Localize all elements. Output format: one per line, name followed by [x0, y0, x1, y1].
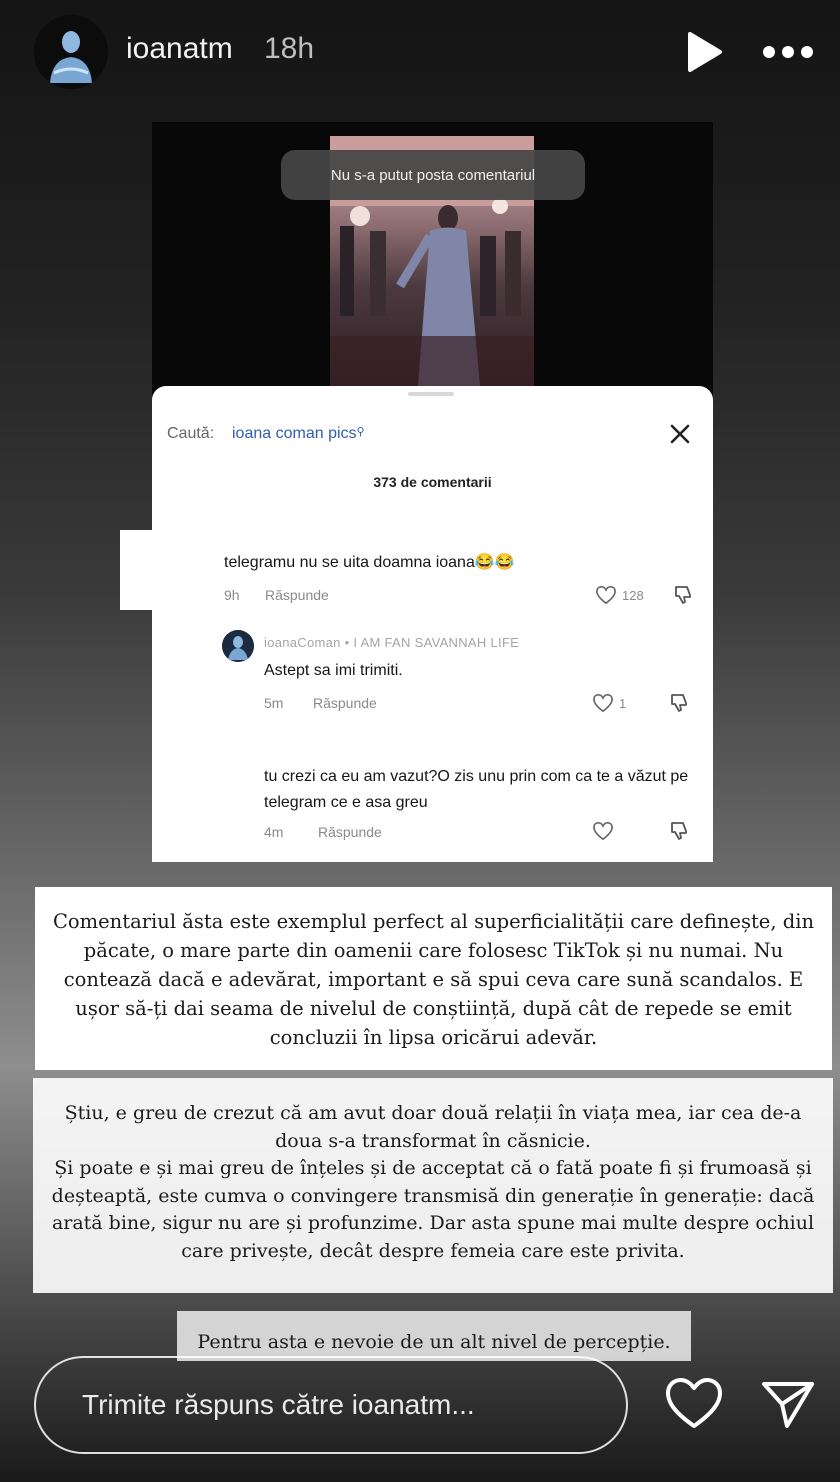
- send-icon[interactable]: [760, 1378, 816, 1432]
- dislike-icon[interactable]: [672, 584, 694, 611]
- more-options-icon[interactable]: [762, 40, 814, 64]
- search-suggestion-link[interactable]: ioana coman pics⚲: [232, 425, 365, 443]
- profile-avatar[interactable]: [34, 15, 108, 89]
- sheet-notch: [120, 530, 152, 610]
- story-text-box: Pentru asta e nevoie de un alt nivel de …: [177, 1311, 691, 1361]
- sheet-drag-handle[interactable]: [408, 392, 454, 396]
- comment-text: telegramu nu se uita doamna ioana😂😂: [224, 554, 515, 571]
- like-heart-icon[interactable]: [595, 585, 617, 610]
- close-icon[interactable]: [666, 420, 694, 448]
- story-username[interactable]: ioanatm: [126, 32, 233, 66]
- reply-button[interactable]: Răspunde: [313, 695, 377, 711]
- play-icon[interactable]: [684, 30, 724, 74]
- story-text-paragraph: Și poate e și mai greu de înțeles și de …: [51, 1157, 815, 1262]
- dislike-icon[interactable]: [668, 820, 690, 847]
- heart-icon[interactable]: [664, 1376, 724, 1432]
- comment-count: 373 de comentarii: [373, 474, 492, 490]
- like-count: 1: [619, 696, 627, 711]
- search-label: Caută:: [167, 425, 215, 442]
- story-text-box: Știu, e greu de crezut că am avut doar d…: [33, 1078, 833, 1293]
- comment-text: tu crezi ca eu am vazut?O zis unu prin c…: [264, 768, 689, 811]
- author-avatar[interactable]: [222, 630, 254, 662]
- comment-author[interactable]: ioanaComan • I AM FAN SAVANNAH LIFE: [264, 635, 519, 650]
- error-toast: Nu s-a putut posta comentariul: [281, 150, 585, 200]
- comment-time: 4m: [264, 824, 284, 840]
- story-text-box: Comentariul ăsta este exemplul perfect a…: [35, 887, 832, 1070]
- comment-time: 5m: [264, 695, 284, 711]
- like-heart-icon[interactable]: [592, 821, 614, 846]
- dislike-icon[interactable]: [668, 692, 690, 719]
- story-text-paragraph: Știu, e greu de crezut că am avut doar d…: [64, 1102, 802, 1152]
- story-timestamp: 18h: [264, 32, 315, 65]
- like-count: 128: [622, 588, 644, 603]
- comment-text: Astept sa imi trimiti.: [264, 662, 403, 679]
- comment-time: 9h: [224, 587, 240, 603]
- reply-button[interactable]: Răspunde: [265, 587, 329, 603]
- search-term-text: ioana coman pics: [232, 425, 357, 442]
- reply-placeholder: Trimite răspuns către ioanatm...: [82, 1389, 475, 1420]
- search-icon: ⚲: [356, 426, 365, 438]
- reply-button[interactable]: Răspunde: [318, 824, 382, 840]
- like-heart-icon[interactable]: [592, 693, 614, 718]
